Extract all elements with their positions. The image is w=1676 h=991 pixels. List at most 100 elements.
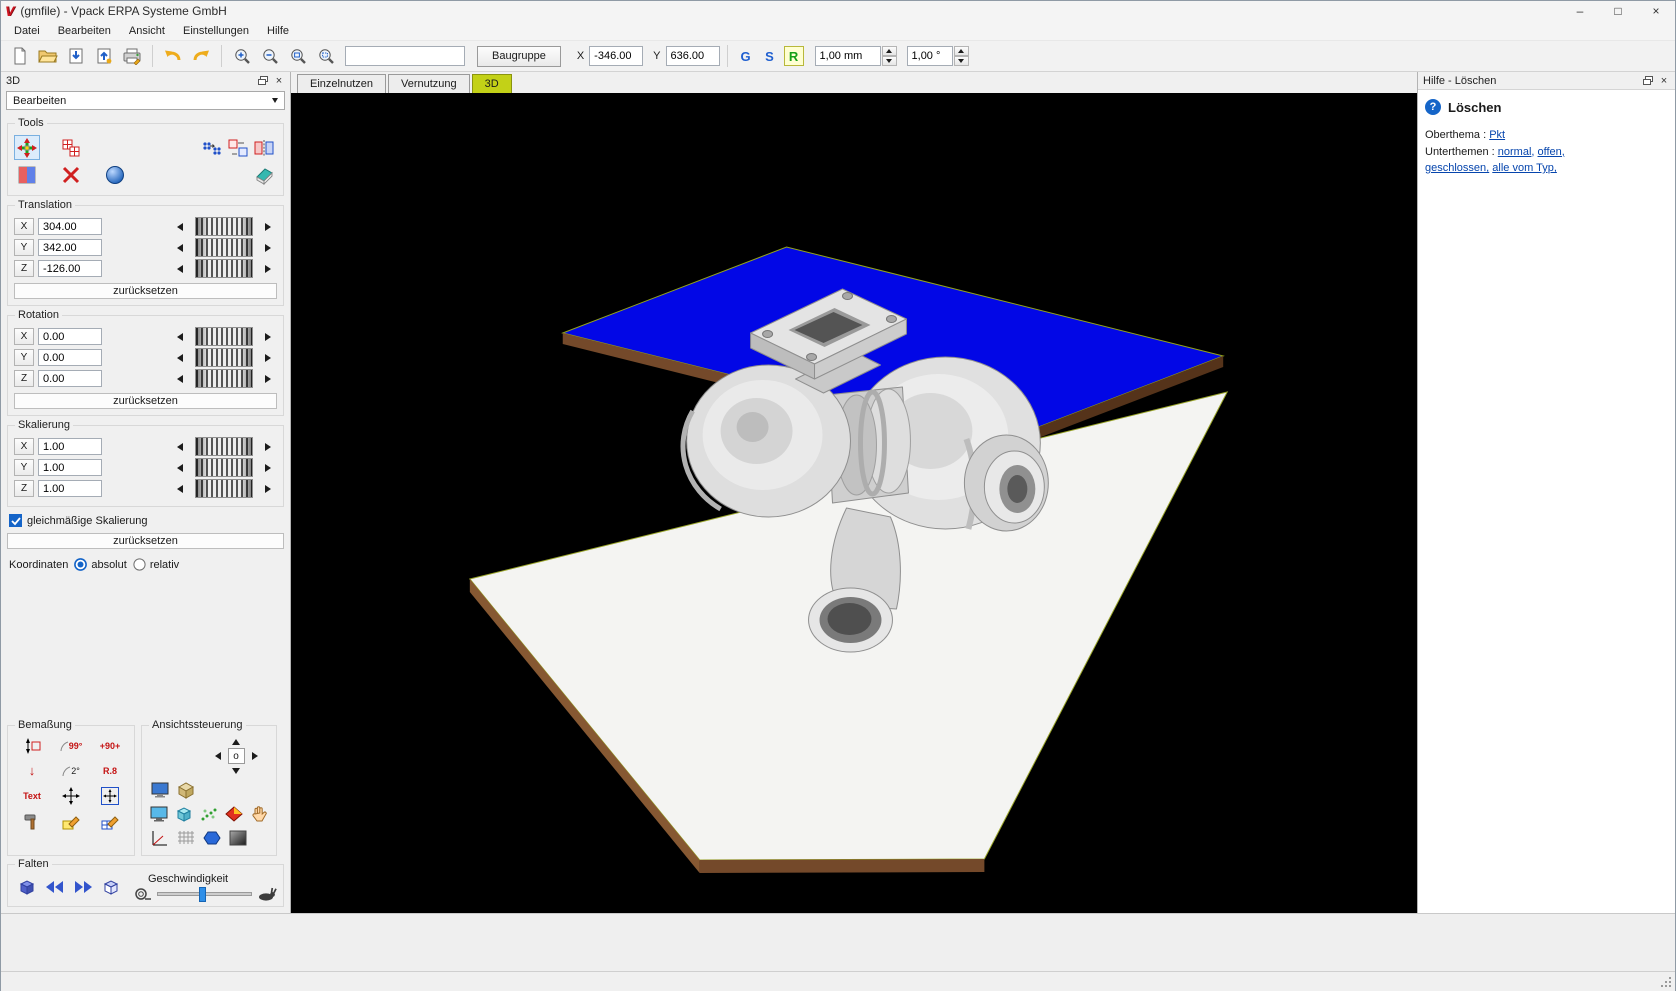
- baugruppe-button[interactable]: Baugruppe: [477, 45, 561, 67]
- oberthema-link[interactable]: Pkt: [1489, 129, 1505, 141]
- dim-rotate90-button[interactable]: +90+: [92, 735, 128, 756]
- rotation-z-axis-button[interactable]: Z: [14, 370, 34, 387]
- raster-toggle-button[interactable]: R: [783, 46, 804, 66]
- redo-button[interactable]: [188, 43, 214, 69]
- translation-x-axis-button[interactable]: X: [14, 218, 34, 235]
- speed-slider[interactable]: [157, 887, 252, 902]
- view-down-button[interactable]: [228, 764, 244, 777]
- step-deg-up-button[interactable]: [953, 46, 969, 56]
- translation-y-decrement-button[interactable]: [173, 239, 187, 257]
- view-center-button[interactable]: o: [227, 748, 245, 764]
- maximize-button[interactable]: □: [1599, 1, 1637, 21]
- open-file-button[interactable]: [35, 43, 61, 69]
- translation-reset-button[interactable]: zurücksetzen: [14, 283, 277, 299]
- rotation-y-increment-button[interactable]: [261, 349, 275, 367]
- dim-radius-button[interactable]: R.8: [92, 760, 128, 781]
- translation-z-thumbwheel[interactable]: [195, 259, 253, 278]
- falten-unfold-button[interactable]: [98, 875, 124, 900]
- view-left-button[interactable]: [210, 750, 226, 763]
- scaling-y-thumbwheel[interactable]: [195, 458, 253, 477]
- view-shaded-button[interactable]: [226, 827, 250, 849]
- view-fit-screen-button[interactable]: [148, 803, 171, 825]
- scaling-y-increment-button[interactable]: [261, 459, 275, 477]
- dim-arrow-down-button[interactable]: ↓: [14, 760, 50, 781]
- sphere-tool-button[interactable]: [102, 162, 128, 187]
- rotation-y-decrement-button[interactable]: [173, 349, 187, 367]
- scaling-x-increment-button[interactable]: [261, 438, 275, 456]
- scaling-x-decrement-button[interactable]: [173, 438, 187, 456]
- new-file-button[interactable]: [7, 43, 33, 69]
- zoom-fit-button[interactable]: [285, 43, 311, 69]
- save-button[interactable]: [63, 43, 89, 69]
- coord-y-input[interactable]: [665, 46, 720, 66]
- translation-y-increment-button[interactable]: [261, 239, 275, 257]
- step-deg-input[interactable]: [906, 46, 953, 66]
- rotation-x-increment-button[interactable]: [261, 328, 275, 346]
- resize-grip[interactable]: [1660, 976, 1673, 989]
- view-solid-button[interactable]: [200, 827, 224, 849]
- coord-x-input[interactable]: [589, 46, 644, 66]
- falten-cube-button[interactable]: [14, 875, 40, 900]
- scaling-z-input[interactable]: [38, 480, 102, 497]
- coordinates-relative-radio[interactable]: relativ: [133, 558, 179, 571]
- tab-einzelnutzen[interactable]: Einzelnutzen: [297, 74, 386, 93]
- viewport-3d[interactable]: [291, 93, 1417, 913]
- translation-x-decrement-button[interactable]: [173, 218, 187, 236]
- falten-back-button[interactable]: [42, 875, 68, 900]
- coordinates-absolute-radio[interactable]: absolut: [74, 558, 127, 571]
- scaling-z-thumbwheel[interactable]: [195, 479, 253, 498]
- translation-z-increment-button[interactable]: [261, 260, 275, 278]
- dim-move-frame-button[interactable]: [92, 785, 128, 806]
- dim-hammer-button[interactable]: [14, 810, 50, 831]
- close-button[interactable]: ×: [1637, 1, 1675, 21]
- undo-button[interactable]: [160, 43, 186, 69]
- print-button[interactable]: [119, 43, 145, 69]
- 3d-scene[interactable]: [291, 93, 1417, 913]
- filter-input[interactable]: [345, 46, 465, 66]
- scaling-z-increment-button[interactable]: [261, 480, 275, 498]
- scaling-y-axis-button[interactable]: Y: [14, 459, 34, 476]
- minimize-button[interactable]: –: [1561, 1, 1599, 21]
- step-mm-down-button[interactable]: [881, 56, 897, 66]
- translation-y-thumbwheel[interactable]: [195, 238, 253, 257]
- rotation-x-decrement-button[interactable]: [173, 328, 187, 346]
- zoom-in-button[interactable]: [229, 43, 255, 69]
- snap-toggle-button[interactable]: S: [760, 46, 780, 66]
- translation-x-input[interactable]: [38, 218, 102, 235]
- view-pyramid-button[interactable]: [222, 803, 245, 825]
- tab-3d[interactable]: 3D: [471, 74, 512, 93]
- grid-toggle-button[interactable]: G: [736, 46, 756, 66]
- unterthema-link-offen[interactable]: offen,: [1538, 146, 1565, 158]
- rotation-z-thumbwheel[interactable]: [195, 369, 253, 388]
- step-mm-input[interactable]: [814, 46, 881, 66]
- unterthema-link-normal[interactable]: normal,: [1498, 146, 1535, 158]
- view-points-button[interactable]: [198, 803, 221, 825]
- unterthema-link-geschlossen[interactable]: geschlossen,: [1425, 162, 1489, 174]
- translation-z-decrement-button[interactable]: [173, 260, 187, 278]
- close-panel-button[interactable]: ×: [1656, 74, 1672, 88]
- dim-text-button[interactable]: Text: [14, 785, 50, 806]
- view-pan-button[interactable]: [247, 803, 270, 825]
- falten-forward-button[interactable]: [70, 875, 96, 900]
- move-3d-tool-button[interactable]: [14, 135, 40, 160]
- menu-bearbeiten[interactable]: Bearbeiten: [49, 23, 120, 39]
- translation-z-input[interactable]: [38, 260, 102, 277]
- array-tool-button[interactable]: [14, 162, 40, 187]
- scaling-x-axis-button[interactable]: X: [14, 438, 34, 455]
- step-mm-up-button[interactable]: [881, 46, 897, 56]
- step-deg-down-button[interactable]: [953, 56, 969, 66]
- translation-x-increment-button[interactable]: [261, 218, 275, 236]
- zoom-out-button[interactable]: [257, 43, 283, 69]
- rotation-y-input[interactable]: [38, 349, 102, 366]
- rotation-x-axis-button[interactable]: X: [14, 328, 34, 345]
- mirror-tool-button[interactable]: [251, 135, 277, 160]
- dim-edit-grid-button[interactable]: [92, 810, 128, 831]
- swap-tool-button[interactable]: [225, 135, 251, 160]
- tab-vernutzung[interactable]: Vernutzung: [388, 74, 470, 93]
- float-panel-button[interactable]: [255, 74, 271, 88]
- scaling-reset-button[interactable]: zurücksetzen: [7, 533, 284, 549]
- menu-einstellungen[interactable]: Einstellungen: [174, 23, 258, 39]
- view-axes-button[interactable]: [148, 827, 172, 849]
- uniform-scaling-checkbox[interactable]: [9, 514, 22, 527]
- scaling-z-decrement-button[interactable]: [173, 480, 187, 498]
